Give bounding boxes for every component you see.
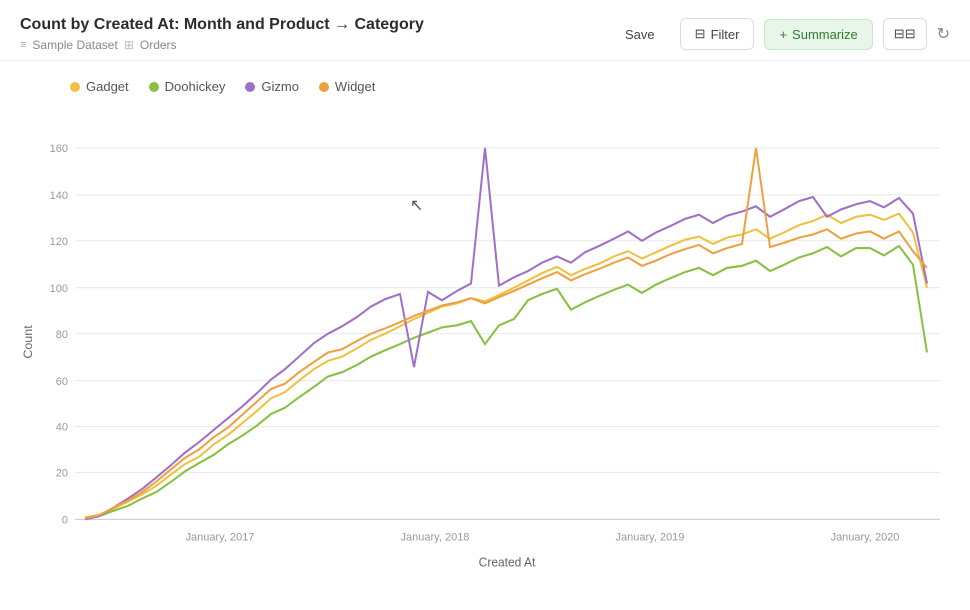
svg-text:Count: Count xyxy=(21,325,35,359)
legend-item-gadget: Gadget xyxy=(70,79,129,94)
svg-text:↖: ↖ xyxy=(410,196,423,214)
legend-item-doohickey: Doohickey xyxy=(149,79,226,94)
legend-label-widget: Widget xyxy=(335,79,375,94)
svg-text:40: 40 xyxy=(56,422,68,434)
refresh-button[interactable]: ↻ xyxy=(937,24,950,44)
svg-text:160: 160 xyxy=(50,143,68,155)
filter-icon: ⊟ xyxy=(695,26,706,42)
save-button[interactable]: Save xyxy=(610,19,670,50)
filter-button[interactable]: ⊟ Filter xyxy=(680,18,755,50)
legend: Gadget Doohickey Gizmo Widget xyxy=(20,71,950,102)
page-title: Count by Created At: Month and Product →… xyxy=(20,16,424,34)
main-chart-svg: Count 0 20 40 60 80 100 120 140 160 xyxy=(20,102,950,582)
breadcrumb: ≡ Sample Dataset ⊞ Orders xyxy=(20,38,424,52)
svg-text:20: 20 xyxy=(56,467,68,479)
group-button[interactable]: ⊟⊟ xyxy=(883,18,927,50)
legend-label-gizmo: Gizmo xyxy=(261,79,299,94)
svg-text:January, 2020: January, 2020 xyxy=(831,531,900,543)
legend-label-doohickey: Doohickey xyxy=(165,79,226,94)
svg-text:60: 60 xyxy=(56,376,68,388)
line-doohickey xyxy=(85,246,927,518)
breadcrumb-separator: ⊞ xyxy=(124,38,134,52)
svg-text:120: 120 xyxy=(50,236,68,248)
group-icon: ⊟⊟ xyxy=(894,26,916,42)
svg-text:80: 80 xyxy=(56,329,68,341)
header-right: Save ⊟ Filter + Summarize ⊟⊟ ↻ xyxy=(610,18,950,50)
legend-dot-gadget xyxy=(70,82,80,92)
svg-text:January, 2019: January, 2019 xyxy=(616,531,685,543)
legend-item-widget: Widget xyxy=(319,79,375,94)
legend-dot-widget xyxy=(319,82,329,92)
summarize-button[interactable]: + Summarize xyxy=(764,19,872,50)
svg-text:January, 2018: January, 2018 xyxy=(401,531,470,543)
legend-label-gadget: Gadget xyxy=(86,79,129,94)
line-gadget xyxy=(85,214,927,518)
chart-area: Gadget Doohickey Gizmo Widget Count 0 20 xyxy=(0,61,970,582)
summarize-icon: + xyxy=(779,27,787,42)
svg-text:0: 0 xyxy=(62,514,68,526)
header-left: Count by Created At: Month and Product →… xyxy=(20,16,424,52)
svg-text:100: 100 xyxy=(50,283,68,295)
breadcrumb-dataset[interactable]: Sample Dataset xyxy=(32,38,117,52)
breadcrumb-icon-dataset: ≡ xyxy=(20,39,26,51)
svg-text:Created At: Created At xyxy=(479,555,536,569)
svg-text:140: 140 xyxy=(50,190,68,202)
legend-dot-doohickey xyxy=(149,82,159,92)
header: Count by Created At: Month and Product →… xyxy=(0,0,970,61)
legend-dot-gizmo xyxy=(245,82,255,92)
filter-label: Filter xyxy=(711,27,740,42)
legend-item-gizmo: Gizmo xyxy=(245,79,299,94)
svg-text:January, 2017: January, 2017 xyxy=(186,531,255,543)
summarize-label: Summarize xyxy=(792,27,858,42)
chart-container: Count 0 20 40 60 80 100 120 140 160 xyxy=(20,102,950,582)
breadcrumb-orders[interactable]: Orders xyxy=(140,38,177,52)
